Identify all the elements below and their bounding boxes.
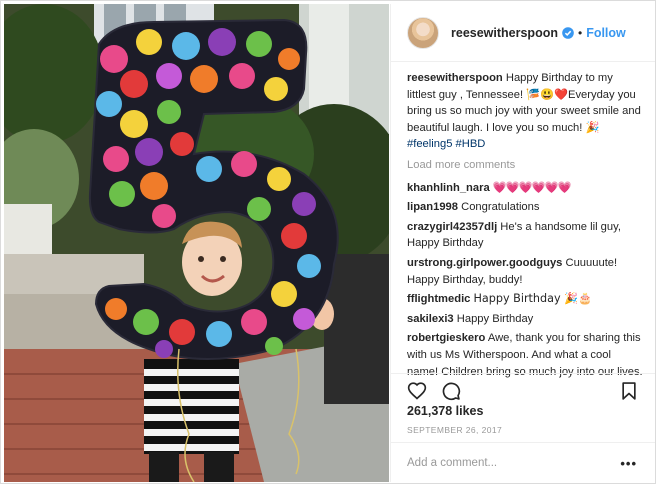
load-more-comments-button[interactable]: Load more comments: [407, 157, 643, 174]
post-caption: reesewitherspoon Happy Birthday to my li…: [407, 70, 643, 153]
comment-author[interactable]: crazygirl42357dlj: [407, 221, 497, 233]
hashtag-link[interactable]: #HBD: [456, 138, 486, 150]
comments-section: reesewitherspoon Happy Birthday to my li…: [407, 70, 643, 383]
likes-count[interactable]: 261,378 likes: [407, 404, 483, 418]
comment-text: Happy Birthday 🎉🎂: [473, 292, 593, 306]
comment-item: fflightmedic Happy Birthday 🎉🎂: [407, 291, 643, 308]
instagram-post-frame: reesewitherspoon • Follow reesewitherspo…: [0, 0, 656, 484]
comment-author[interactable]: lipan1998: [407, 201, 458, 213]
speech-bubble-icon[interactable]: [441, 381, 461, 401]
comment-author[interactable]: fflightmedic: [407, 293, 470, 305]
add-comment-bar: •••: [391, 442, 655, 482]
header-separator: •: [577, 25, 583, 40]
comment-item: lipan1998 Congratulations: [407, 199, 643, 216]
heart-outline-icon[interactable]: [407, 381, 427, 401]
action-bar: [391, 373, 655, 403]
comment-item: crazygirl42357dlj He's a handsome lil gu…: [407, 219, 643, 252]
comment-item: urstrong.girlpower.goodguys Cuuuuute! Ha…: [407, 255, 643, 288]
caption-author[interactable]: reesewitherspoon: [407, 72, 503, 84]
comment-author[interactable]: khanhlinh_nara: [407, 182, 490, 194]
hashtag-link[interactable]: #feeling5: [407, 138, 452, 150]
post-photo[interactable]: [4, 4, 389, 482]
comment-author[interactable]: robertgieskero: [407, 332, 485, 344]
add-comment-input[interactable]: [407, 453, 607, 473]
comment-text: 💗💗💗💗💗💗: [492, 180, 572, 194]
more-options-icon[interactable]: •••: [620, 456, 637, 471]
comment-author[interactable]: sakilexi3: [407, 313, 454, 325]
verified-badge-icon: [562, 26, 574, 39]
comment-text: Congratulations: [461, 201, 540, 214]
bookmark-icon[interactable]: [619, 381, 639, 401]
comment-text: Happy Birthday: [456, 312, 534, 325]
follow-button[interactable]: Follow: [586, 26, 626, 40]
author-avatar[interactable]: [407, 16, 439, 49]
photo-illustration: [4, 4, 389, 482]
comment-author[interactable]: urstrong.girlpower.goodguys: [407, 257, 562, 269]
comment-item: khanhlinh_nara 💗💗💗💗💗💗: [407, 180, 643, 197]
post-side-panel: reesewitherspoon • Follow reesewitherspo…: [390, 4, 655, 482]
comment-item: sakilexi3 Happy Birthday: [407, 311, 643, 328]
post-header: reesewitherspoon • Follow: [391, 4, 655, 62]
author-username[interactable]: reesewitherspoon: [451, 26, 558, 40]
post-date: SEPTEMBER 26, 2017: [407, 425, 503, 435]
